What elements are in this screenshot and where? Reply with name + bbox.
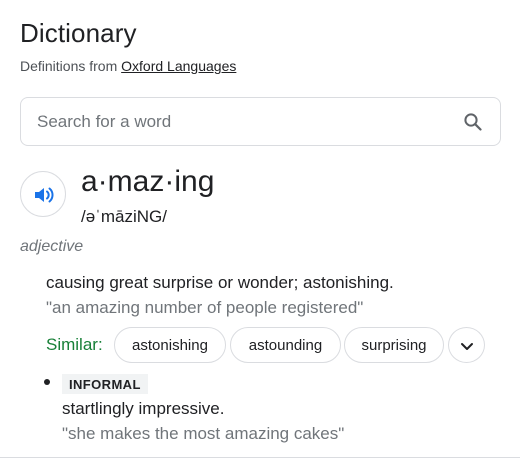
search-box[interactable]: [20, 97, 501, 146]
definition-2: startlingly impressive.: [62, 399, 225, 418]
search-icon[interactable]: [463, 112, 483, 132]
chevron-down-icon: [461, 343, 473, 350]
sense-bullet: [44, 379, 50, 385]
dictionary-title: Dictionary: [20, 18, 137, 48]
similar-chip-surprising[interactable]: surprising: [344, 327, 444, 363]
definition-1: causing great surprise or wonder; astoni…: [46, 273, 394, 292]
oxford-languages-link[interactable]: Oxford Languages: [121, 58, 236, 74]
pronounce-button[interactable]: [20, 171, 66, 217]
headword: a·maz·ing: [81, 165, 215, 198]
example-1: "an amazing number of people registered": [46, 298, 364, 317]
phonetic-spelling: /əˈmāziNG/: [81, 207, 167, 226]
similar-label: Similar:: [46, 335, 103, 354]
divider: [0, 457, 520, 458]
example-2: "she makes the most amazing cakes": [62, 424, 345, 443]
search-input[interactable]: [37, 98, 437, 145]
similar-chip-astounding[interactable]: astounding: [230, 327, 341, 363]
source-line: Definitions from Oxford Languages: [20, 58, 236, 74]
register-tag: INFORMAL: [62, 374, 148, 394]
similar-chip-astonishing[interactable]: astonishing: [114, 327, 226, 363]
part-of-speech: adjective: [20, 238, 84, 255]
expand-similar-button[interactable]: [448, 327, 485, 363]
speaker-icon: [35, 187, 54, 203]
source-prefix: Definitions from: [20, 58, 118, 74]
